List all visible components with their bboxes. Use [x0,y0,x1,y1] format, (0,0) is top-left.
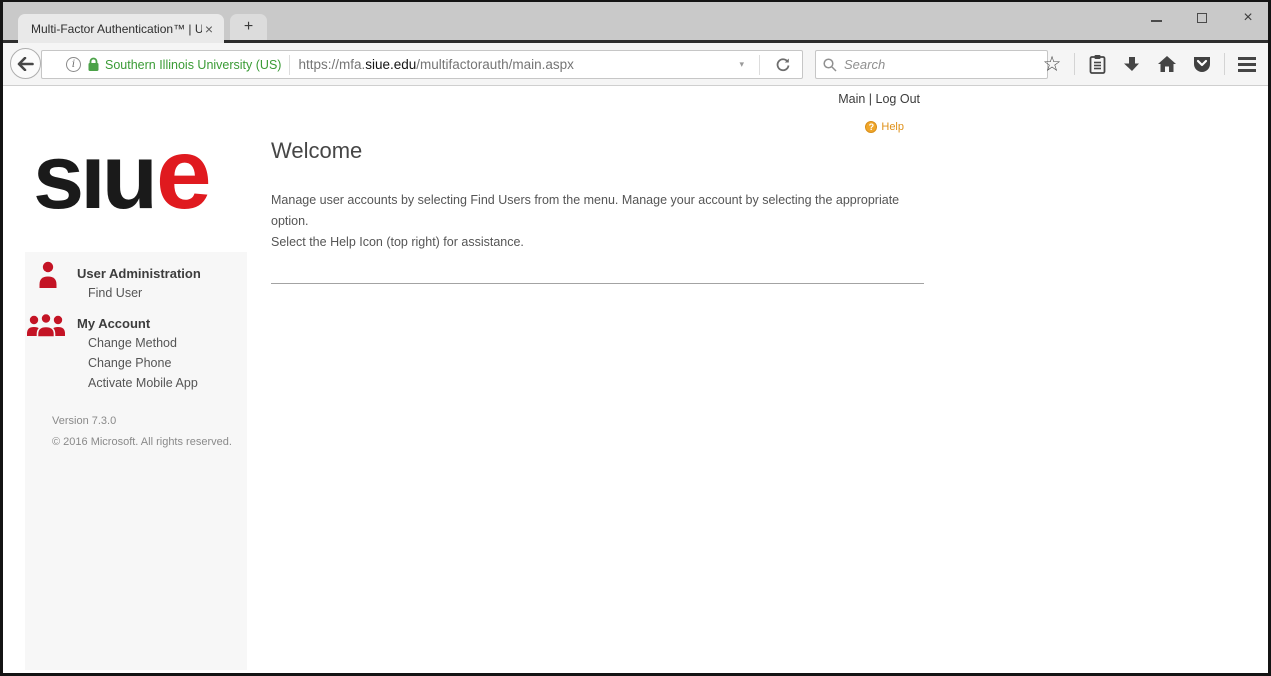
users-icon [26,312,66,343]
user-icon [37,260,59,295]
search-icon [822,57,838,73]
tab-close-icon[interactable]: × [202,22,216,36]
back-button[interactable] [10,48,41,79]
close-icon: × [1243,10,1252,26]
sidebar-item-change-phone[interactable]: Change Phone [88,356,171,370]
page-content: Main | Log Out ? Help sıue Welcome Manag… [3,86,1268,670]
url-text[interactable]: https://mfa.siue.edu/multifactorauth/mai… [298,57,732,72]
tab-title: Multi-Factor Authentication™ | U [31,22,202,36]
toolbar-icons: ☆ [1039,43,1264,85]
close-button[interactable]: × [1241,11,1255,25]
clipboard-icon [1088,54,1107,75]
version-text: Version 7.3.0 [52,415,116,427]
sidebar-section-user-administration: User Administration [77,266,201,281]
page-title: Welcome [271,138,924,164]
url-path: /multifactorauth/main.aspx [416,57,574,72]
nav-toolbar: i Southern Illinois University (US) http… [3,43,1268,86]
copyright-text: © 2016 Microsoft. All rights reserved. [52,436,232,448]
main-link[interactable]: Main [838,92,865,106]
download-icon [1123,55,1141,73]
sidebar-menu: User Administration Find User My Account… [25,252,247,670]
downloads-button[interactable] [1119,51,1145,77]
main-panel: Welcome Manage user accounts by selectin… [271,138,924,284]
home-icon [1157,55,1177,73]
window-controls: × [1149,11,1255,25]
help-icon: ? [865,121,877,133]
new-tab-button[interactable]: + [230,14,267,40]
siue-logo: sıue [33,124,212,224]
urlbar-separator [289,55,290,75]
lock-icon [87,57,100,72]
search-box[interactable] [815,50,1048,79]
urlbar-separator-2 [759,55,760,75]
bookmarks-menu-button[interactable] [1084,51,1110,77]
help-button[interactable]: ? Help [865,121,904,133]
maximize-icon [1197,13,1207,23]
minimize-button[interactable] [1149,11,1163,25]
bookmark-star-button[interactable]: ☆ [1039,51,1065,77]
back-arrow-icon [17,57,34,71]
star-icon: ☆ [1043,54,1062,75]
titlebar: Multi-Factor Authentication™ | U × + × [3,2,1268,43]
minimize-icon [1151,20,1162,22]
welcome-line-1: Manage user accounts by selecting Find U… [271,190,924,232]
url-prefix: https://mfa. [298,57,365,72]
welcome-line-2: Select the Help Icon (top right) for ass… [271,232,924,253]
logo-text-black: sıu [33,126,154,228]
sidebar-item-find-user[interactable]: Find User [88,286,142,300]
browser-tab[interactable]: Multi-Factor Authentication™ | U × [18,14,224,43]
help-label: Help [881,121,904,133]
content-divider [271,283,924,284]
browser-window: Multi-Factor Authentication™ | U × + × i… [0,0,1271,676]
sidebar-section-my-account: My Account [77,316,150,331]
link-separator: | [865,92,875,106]
home-button[interactable] [1154,51,1180,77]
account-links: Main | Log Out [838,92,920,106]
history-dropdown-icon[interactable]: ▾ [732,59,751,70]
url-bar[interactable]: i Southern Illinois University (US) http… [41,50,803,79]
welcome-text: Manage user accounts by selecting Find U… [271,190,924,253]
logo-text-red: e [156,118,212,230]
pocket-button[interactable] [1189,51,1215,77]
logout-link[interactable]: Log Out [876,92,920,106]
search-input[interactable] [844,57,1041,72]
maximize-button[interactable] [1195,11,1209,25]
reload-button[interactable] [768,57,798,73]
info-icon[interactable]: i [66,57,81,72]
pocket-icon [1192,55,1212,73]
toolbar-separator-2 [1224,53,1225,75]
menu-button[interactable] [1234,57,1260,72]
sidebar-item-change-method[interactable]: Change Method [88,336,177,350]
toolbar-separator [1074,53,1075,75]
sidebar-item-activate-mobile-app[interactable]: Activate Mobile App [88,376,198,390]
reload-icon [775,57,791,73]
plus-icon: + [244,18,253,35]
site-identity-label[interactable]: Southern Illinois University (US) [105,58,281,72]
hamburger-icon [1238,57,1256,60]
url-domain: siue.edu [365,57,416,72]
